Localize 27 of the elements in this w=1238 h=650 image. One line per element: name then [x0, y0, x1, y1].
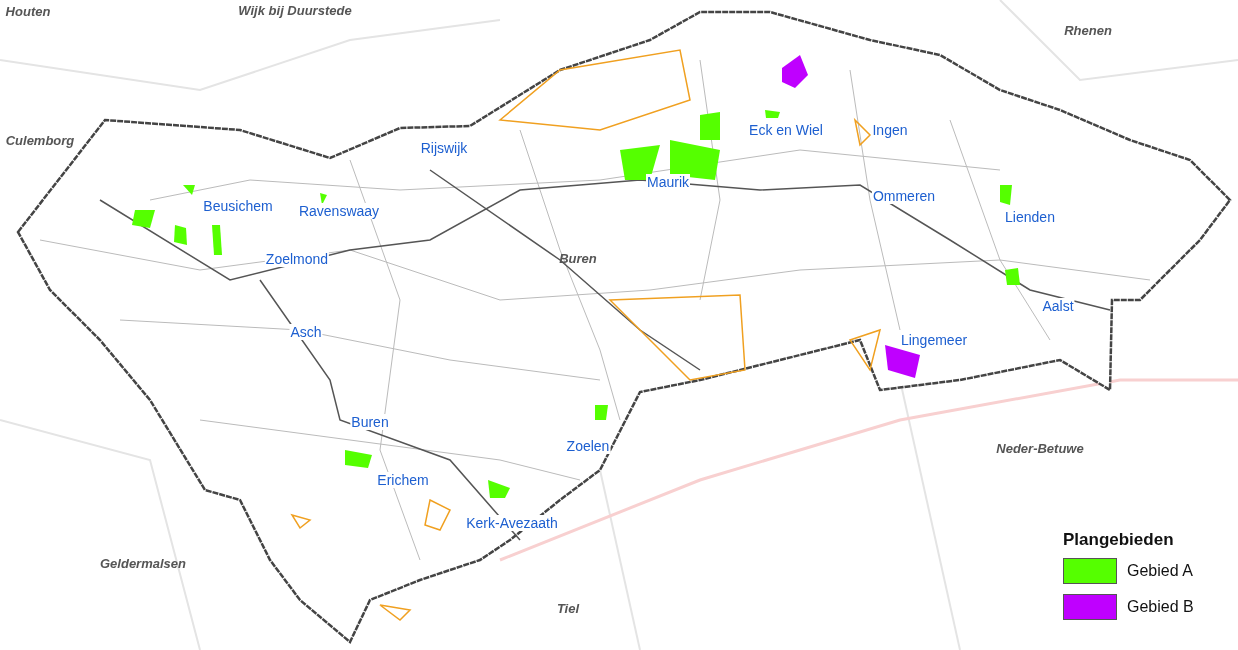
place-label: Lienden: [1004, 209, 1056, 225]
region-label: Buren: [559, 250, 597, 266]
place-label: Zoelen: [565, 438, 611, 454]
region-label: Culemborg: [5, 132, 75, 148]
region-label: Rhenen: [1064, 22, 1112, 38]
place-label: Eck en Wiel: [748, 122, 824, 138]
place-label: Ravenswaay: [297, 203, 381, 219]
place-label: Maurik: [646, 174, 690, 190]
place-label: Beusichem: [202, 198, 274, 214]
place-label: Asch: [289, 324, 323, 340]
place-label: Rijswijk: [419, 140, 469, 156]
place-label: Lingemeer: [899, 332, 969, 348]
place-label: Erichem: [376, 472, 430, 488]
legend-title: Plangebieden: [1063, 530, 1175, 550]
region-label: Geldermalsen: [100, 555, 186, 571]
place-label: Aalst: [1041, 298, 1075, 314]
place-label: Zoelmond: [264, 251, 330, 267]
region-label: Tiel: [556, 600, 580, 616]
region-label: Neder-Betuwe: [996, 440, 1084, 456]
region-label: Wijk bij Duurstede: [238, 2, 352, 18]
legend-label: Gebied B: [1127, 598, 1194, 616]
place-label: Ommeren: [871, 188, 937, 204]
region-label: Houten: [5, 3, 51, 19]
legend-label: Gebied A: [1127, 562, 1193, 580]
place-label: Buren: [350, 414, 390, 430]
place-label: Kerk-Avezaath: [465, 515, 559, 531]
place-label: Ingen: [871, 122, 909, 138]
